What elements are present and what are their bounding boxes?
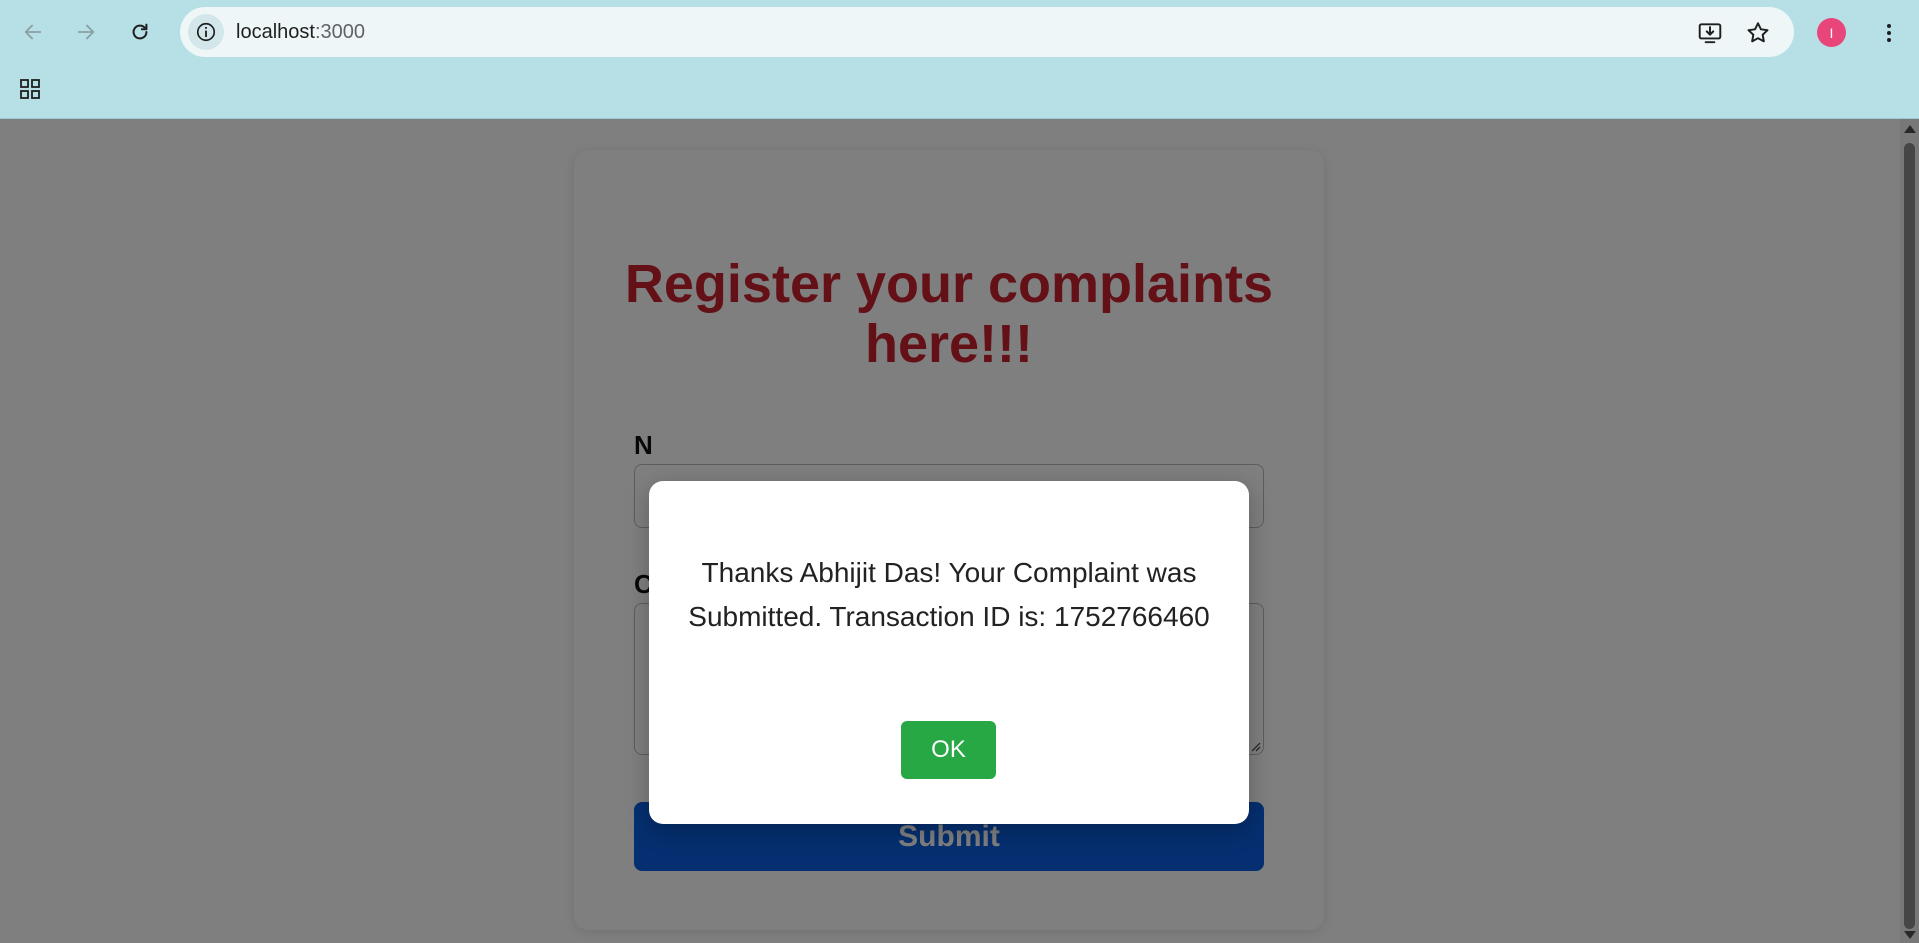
arrow-right-icon	[77, 24, 95, 40]
url-port: :3000	[314, 21, 365, 43]
url-text: localhost:3000	[236, 21, 365, 44]
install-app-icon	[1698, 23, 1722, 44]
star-icon	[1747, 22, 1769, 43]
back-button[interactable]	[15, 14, 51, 50]
modal-backdrop[interactable]: Thanks Abhijit Das! Your Complaint was S…	[0, 119, 1919, 943]
url-host: localhost	[236, 21, 315, 43]
apps-button[interactable]	[14, 74, 46, 104]
apps-grid-icon	[20, 79, 40, 99]
profile-avatar[interactable]: I	[1817, 18, 1846, 47]
browser-menu-button[interactable]	[1874, 16, 1904, 50]
reload-button[interactable]	[122, 14, 158, 50]
reload-icon	[132, 23, 148, 40]
confirmation-dialog: Thanks Abhijit Das! Your Complaint was S…	[649, 481, 1249, 824]
kebab-menu-icon	[1887, 24, 1891, 42]
address-bar[interactable]: localhost:3000	[180, 7, 1794, 57]
ok-button[interactable]: OK	[901, 721, 996, 779]
avatar-initial: I	[1829, 24, 1834, 41]
install-app-button[interactable]	[1697, 20, 1723, 46]
info-icon	[196, 22, 216, 42]
dialog-message: Thanks Abhijit Das! Your Complaint was S…	[688, 557, 1210, 632]
arrow-left-icon	[24, 24, 42, 40]
forward-button[interactable]	[68, 14, 104, 50]
browser-toolbar: localhost:3000 I	[0, 0, 1919, 119]
site-info-button[interactable]	[188, 14, 224, 50]
bookmark-button[interactable]	[1745, 20, 1771, 46]
